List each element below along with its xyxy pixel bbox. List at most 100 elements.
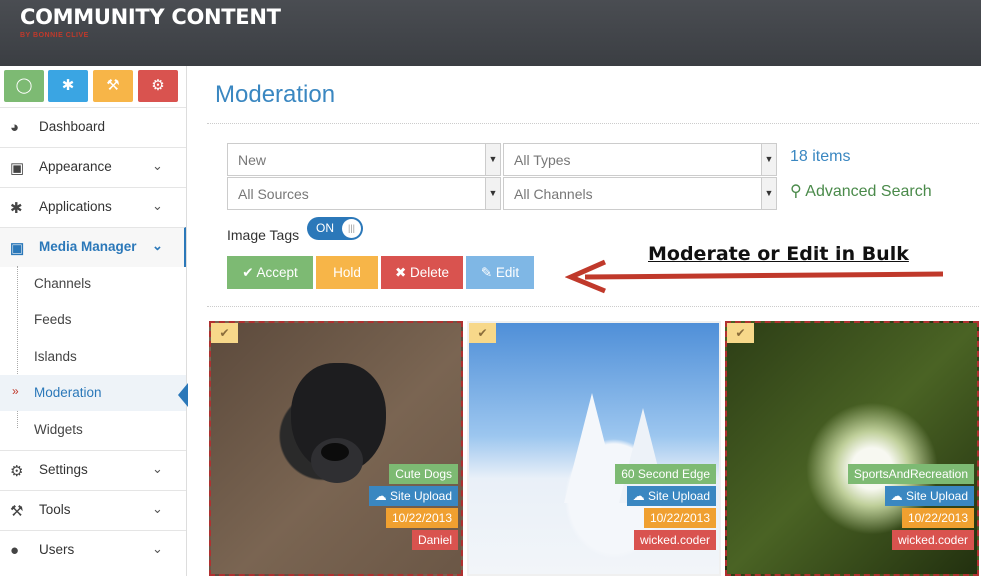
- channels-select[interactable]: All Channels ▼: [503, 177, 777, 210]
- app-logo-title[interactable]: COMMUNITY CONTENT: [20, 5, 281, 29]
- camera-icon: ▣: [10, 240, 25, 257]
- top-bar: COMMUNITY CONTENT BY BONNIE CLIVE: [0, 0, 981, 66]
- chevron-down-icon: ▼: [485, 144, 500, 175]
- sidebar-subitem-label: Moderation: [34, 385, 102, 400]
- divider: [207, 123, 979, 124]
- user-tag[interactable]: wicked.coder: [891, 530, 974, 550]
- types-select-value: All Types: [514, 152, 571, 168]
- annotation-arrow: [565, 259, 944, 294]
- chevron-down-icon: ⌄: [152, 501, 163, 516]
- wrench-icon: ⚒: [106, 77, 120, 94]
- sidebar-item-appearance[interactable]: ▣ Appearance ⌄: [0, 147, 186, 187]
- edit-label: Edit: [495, 265, 520, 280]
- types-select[interactable]: All Types ▼: [503, 143, 777, 176]
- cloud-upload-icon: ☁: [890, 489, 903, 503]
- gears-icon: ⚙: [10, 463, 24, 480]
- select-check-button[interactable]: ✔: [469, 323, 496, 343]
- sidebar-subitem-channels[interactable]: Channels: [0, 266, 186, 302]
- channel-tag[interactable]: SportsAndRecreation: [847, 464, 974, 484]
- source-tag: ☁ Site Upload: [626, 486, 716, 506]
- toggle-state: ON: [316, 221, 334, 235]
- hold-button[interactable]: Hold: [316, 256, 378, 289]
- gears-icon: ⚙: [151, 77, 165, 94]
- sources-select[interactable]: All Sources ▼: [227, 177, 501, 210]
- source-tag-label: Site Upload: [905, 489, 968, 503]
- wrench-icon: ⚒: [10, 503, 24, 520]
- source-tag: ☁ Site Upload: [368, 486, 458, 506]
- quick-camera-button[interactable]: ◯: [4, 70, 44, 102]
- active-marker-icon: »: [12, 384, 19, 398]
- status-select[interactable]: New ▼: [227, 143, 501, 176]
- sidebar-item-dashboard[interactable]: ◕ Dashboard: [0, 107, 186, 147]
- cloud-upload-icon: ☁: [632, 489, 645, 503]
- sidebar-item-applications[interactable]: ✱ Applications ⌄: [0, 187, 186, 227]
- user-tag[interactable]: Daniel: [411, 530, 458, 550]
- active-page-pointer: [178, 383, 188, 407]
- source-tag-label: Site Upload: [389, 489, 452, 503]
- asterisk-icon: ✱: [10, 200, 23, 217]
- camera-icon: ◯: [15, 77, 33, 94]
- item-count: 18 items: [790, 148, 851, 165]
- media-card[interactable]: SportsAndRecreation ☁ Site Upload 10/22/…: [725, 321, 979, 576]
- hold-label: Hold: [333, 265, 361, 280]
- sidebar-item-label: Settings: [39, 462, 88, 477]
- sidebar: ◯ ✱ ⚒ ⚙ ◕ Dashboard ▣ Appearance ⌄ ✱ App…: [0, 66, 187, 576]
- dashboard-icon: ◕: [10, 119, 20, 136]
- sidebar-subitem-widgets[interactable]: Widgets: [0, 412, 186, 448]
- edit-icon: ✎: [480, 265, 493, 280]
- accept-label: Accept: [256, 265, 298, 280]
- chevron-down-icon: ▼: [761, 144, 776, 175]
- quick-asterisk-button[interactable]: ✱: [48, 70, 88, 102]
- channels-select-value: All Channels: [514, 186, 593, 202]
- picture-icon: ▣: [10, 160, 25, 177]
- image-tags-label: Image Tags: [227, 227, 300, 243]
- chevron-down-icon: ⌄: [152, 541, 163, 556]
- sidebar-item-label: Dashboard: [39, 119, 106, 134]
- source-tag-label: Site Upload: [647, 489, 710, 503]
- channel-tag[interactable]: 60 Second Edge: [615, 464, 716, 484]
- sidebar-subitem-islands[interactable]: Islands: [0, 339, 186, 375]
- sidebar-item-label: Appearance: [39, 159, 112, 174]
- divider: [207, 306, 979, 307]
- cloud-upload-icon: ☁: [374, 489, 387, 503]
- sidebar-subitem-label: Islands: [34, 349, 77, 364]
- media-card[interactable]: Cute Dogs ☁ Site Upload 10/22/2013 Danie…: [209, 321, 463, 576]
- chevron-down-icon: ▼: [761, 178, 776, 209]
- accept-button[interactable]: ✔ Accept: [227, 256, 313, 289]
- sidebar-item-label: Tools: [39, 502, 71, 517]
- search-icon: ⚲: [790, 183, 802, 200]
- quick-gears-button[interactable]: ⚙: [138, 70, 178, 102]
- chevron-down-icon: ⌄: [152, 158, 163, 173]
- sidebar-subitem-label: Widgets: [34, 422, 83, 437]
- sidebar-item-users[interactable]: ● Users ⌄: [0, 530, 186, 570]
- chevron-down-icon: ▼: [485, 178, 500, 209]
- sidebar-subitem-label: Feeds: [34, 312, 72, 327]
- sidebar-item-media-manager[interactable]: ▣ Media Manager ⌄: [0, 227, 186, 267]
- sidebar-subitem-moderation[interactable]: » Moderation: [0, 375, 186, 411]
- quick-wrench-button[interactable]: ⚒: [93, 70, 133, 102]
- sidebar-item-label: Users: [39, 542, 75, 557]
- select-check-button[interactable]: ✔: [727, 323, 754, 343]
- sidebar-item-label: Applications: [39, 199, 112, 214]
- channel-tag[interactable]: Cute Dogs: [389, 464, 458, 484]
- sidebar-item-settings[interactable]: ⚙ Settings ⌄: [0, 450, 186, 490]
- media-card[interactable]: 60 Second Edge ☁ Site Upload 10/22/2013 …: [467, 321, 721, 576]
- check-icon: ✔: [219, 326, 230, 340]
- app-logo-subtitle: BY BONNIE CLIVE: [20, 32, 89, 39]
- asterisk-icon: ✱: [61, 77, 75, 94]
- edit-button[interactable]: ✎ Edit: [466, 256, 534, 289]
- advanced-search-link[interactable]: ⚲ Advanced Search: [790, 181, 932, 201]
- check-icon: ✔: [242, 265, 254, 280]
- chevron-down-icon: ⌄: [152, 461, 163, 476]
- user-tag[interactable]: wicked.coder: [633, 530, 716, 550]
- sidebar-subitem-feeds[interactable]: Feeds: [0, 302, 186, 338]
- image-tags-toggle[interactable]: ON |||: [307, 217, 363, 240]
- date-tag: 10/22/2013: [901, 508, 974, 528]
- sidebar-item-tools[interactable]: ⚒ Tools ⌄: [0, 490, 186, 530]
- delete-button[interactable]: ✖ Delete: [381, 256, 463, 289]
- select-check-button[interactable]: ✔: [211, 323, 238, 343]
- page-title: Moderation: [215, 81, 336, 108]
- check-icon: ✔: [735, 326, 746, 340]
- status-select-value: New: [238, 152, 267, 168]
- date-tag: 10/22/2013: [643, 508, 716, 528]
